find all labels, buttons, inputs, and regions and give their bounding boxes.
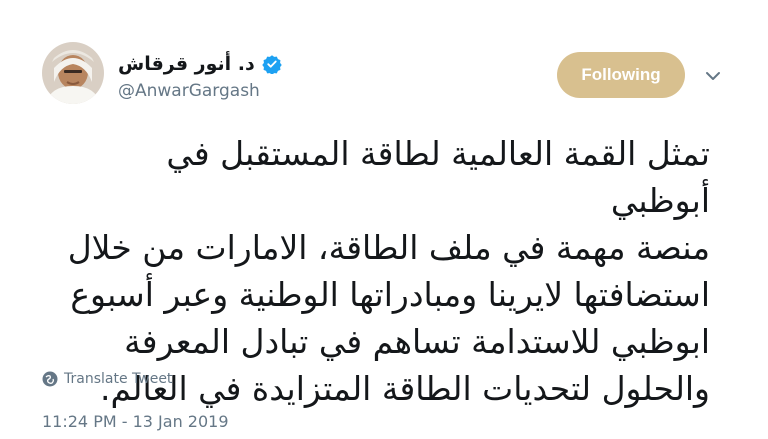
globe-icon xyxy=(42,371,58,387)
tweet-card: د. أنور قرقاش @AnwarGargash Following تم… xyxy=(0,0,768,439)
following-button[interactable]: Following xyxy=(557,52,685,98)
display-name[interactable]: د. أنور قرقاش xyxy=(118,53,255,75)
translate-tweet-link[interactable]: Translate Tweet xyxy=(42,368,172,390)
tweet-timestamp[interactable]: 11:24 PM - 13 Jan 2019 xyxy=(42,412,229,431)
profile-photo-icon xyxy=(42,42,104,104)
verified-badge-icon xyxy=(262,55,282,74)
chevron-down-icon[interactable] xyxy=(703,66,723,86)
translate-label: Translate Tweet xyxy=(64,371,173,387)
avatar[interactable] xyxy=(42,42,104,104)
name-row: د. أنور قرقاش xyxy=(118,51,282,77)
user-handle[interactable]: @AnwarGargash xyxy=(118,81,260,101)
